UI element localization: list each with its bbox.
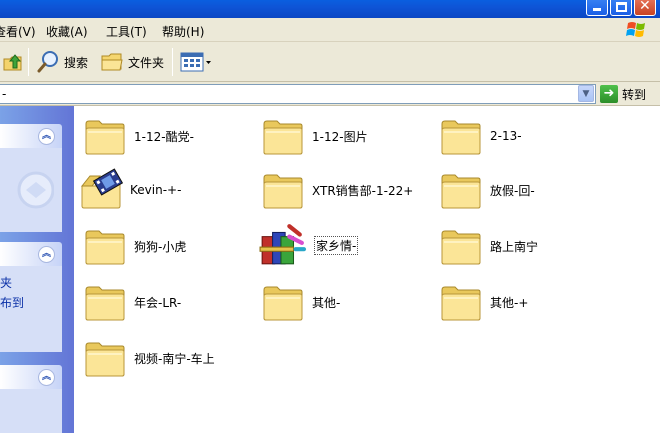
folder-icon — [263, 174, 303, 209]
file-item[interactable]: Kevin-+- — [78, 168, 181, 212]
toolbar-separator — [28, 48, 29, 76]
collapse-icon[interactable]: ︽ — [38, 246, 55, 263]
go-button[interactable]: ➜ 转到 — [600, 85, 646, 103]
collapse-icon[interactable]: ︽ — [38, 128, 55, 145]
file-item[interactable]: 1-12-图片 — [260, 114, 368, 158]
views-button[interactable] — [180, 50, 212, 74]
file-name: 2-13- — [490, 129, 522, 143]
file-name: 放假-回- — [490, 183, 535, 198]
file-name: 狗狗-小虎 — [134, 239, 187, 254]
folder-icon — [263, 120, 303, 155]
folders-button[interactable]: 文件夹 — [100, 50, 164, 74]
go-label: 转到 — [622, 87, 647, 102]
up-folder-icon — [3, 54, 22, 71]
folder-icon — [85, 342, 125, 377]
address-bar: - ▼ ➜ 转到 — [0, 82, 660, 106]
panel-body-2: 夹 布到 — [0, 266, 62, 352]
folder-icon — [441, 286, 481, 321]
search-label: 搜索 — [64, 55, 89, 70]
file-item[interactable]: 其他-+ — [438, 280, 528, 324]
folder-icon — [263, 286, 303, 321]
maximize-icon — [616, 2, 627, 12]
folders-label: 文件夹 — [128, 55, 165, 70]
toolbar-separator — [172, 48, 173, 76]
views-icon — [180, 52, 211, 72]
minimize-icon — [593, 8, 601, 11]
address-input[interactable]: - — [0, 84, 596, 104]
menu-favorites[interactable]: 收藏(A) — [46, 23, 88, 40]
file-name: 视频-南宁-车上 — [134, 351, 215, 366]
folders-icon — [101, 53, 123, 71]
folder-icon — [441, 230, 481, 265]
up-folder-button[interactable] — [2, 50, 24, 74]
title-bar: ✕ — [0, 0, 660, 18]
folder-icon — [85, 286, 125, 321]
toolbar: 搜索 文件夹 — [0, 42, 660, 82]
menu-bar: 查看(V) 收藏(A) 工具(T) 帮助(H) — [0, 18, 660, 42]
file-item[interactable]: 路上南宁 — [438, 224, 538, 268]
search-icon — [37, 51, 58, 73]
close-button[interactable]: ✕ — [634, 0, 656, 16]
file-name: 1-12-图片 — [312, 129, 368, 144]
task-pane: ︽ ︽ 夹 布到 ︽ — [0, 106, 74, 433]
menu-view[interactable]: 查看(V) — [0, 23, 36, 40]
file-name: 家乡情- — [314, 235, 359, 255]
file-item[interactable]: 视频-南宁-车上 — [82, 336, 215, 380]
video-folder-icon — [80, 168, 124, 209]
file-item[interactable]: 狗狗-小虎 — [82, 224, 186, 268]
file-name: 路上南宁 — [490, 239, 539, 254]
panel-header-3[interactable]: ︽ — [0, 365, 62, 389]
file-name: XTR销售部-1-22+ — [312, 183, 414, 198]
file-item[interactable]: 放假-回- — [438, 168, 535, 212]
address-dropdown-button[interactable]: ▼ — [578, 85, 594, 102]
winrar-archive-icon — [259, 224, 307, 265]
file-name: 年会-LR- — [134, 295, 182, 310]
panel-body-1 — [0, 148, 62, 232]
task-link-1[interactable]: 夹 — [0, 274, 12, 291]
task-link-2[interactable]: 布到 — [0, 294, 24, 311]
panel-header-2[interactable]: ︽ — [0, 242, 62, 266]
go-arrow-icon: ➜ — [600, 85, 618, 103]
file-item[interactable]: 年会-LR- — [82, 280, 181, 324]
folder-icon — [441, 174, 481, 209]
details-watermark-icon — [17, 171, 54, 209]
file-list: 1-12-酷党- 1-12-图片 2-13- Kevin-+- XTR销售部-1-22+… — [74, 106, 660, 433]
collapse-icon[interactable]: ︽ — [38, 369, 55, 386]
address-value: - — [2, 87, 7, 101]
file-item[interactable]: 1-12-酷党- — [82, 114, 194, 158]
minimize-button[interactable] — [586, 0, 608, 16]
file-name: 其他- — [312, 295, 341, 310]
maximize-button[interactable] — [610, 0, 632, 16]
close-icon: ✕ — [639, 0, 651, 14]
folder-icon — [441, 120, 481, 155]
panel-header-1[interactable]: ︽ — [0, 124, 62, 148]
file-item[interactable]: 家乡情- — [256, 222, 359, 268]
windows-logo-icon — [626, 22, 645, 37]
search-button[interactable]: 搜索 — [36, 50, 88, 74]
menu-tools[interactable]: 工具(T) — [106, 23, 147, 40]
file-name: 1-12-酷党- — [134, 129, 194, 144]
file-item[interactable]: 2-13- — [438, 114, 522, 158]
file-name: 其他-+ — [490, 295, 529, 310]
folder-icon — [85, 230, 125, 265]
folder-icon — [85, 120, 125, 155]
file-item[interactable]: XTR销售部-1-22+ — [260, 168, 413, 212]
chevron-down-icon: ▼ — [582, 89, 590, 99]
panel-body-3 — [0, 389, 62, 433]
menu-help[interactable]: 帮助(H) — [162, 23, 204, 40]
file-item[interactable]: 其他- — [260, 280, 340, 324]
file-name: Kevin-+- — [130, 183, 182, 197]
